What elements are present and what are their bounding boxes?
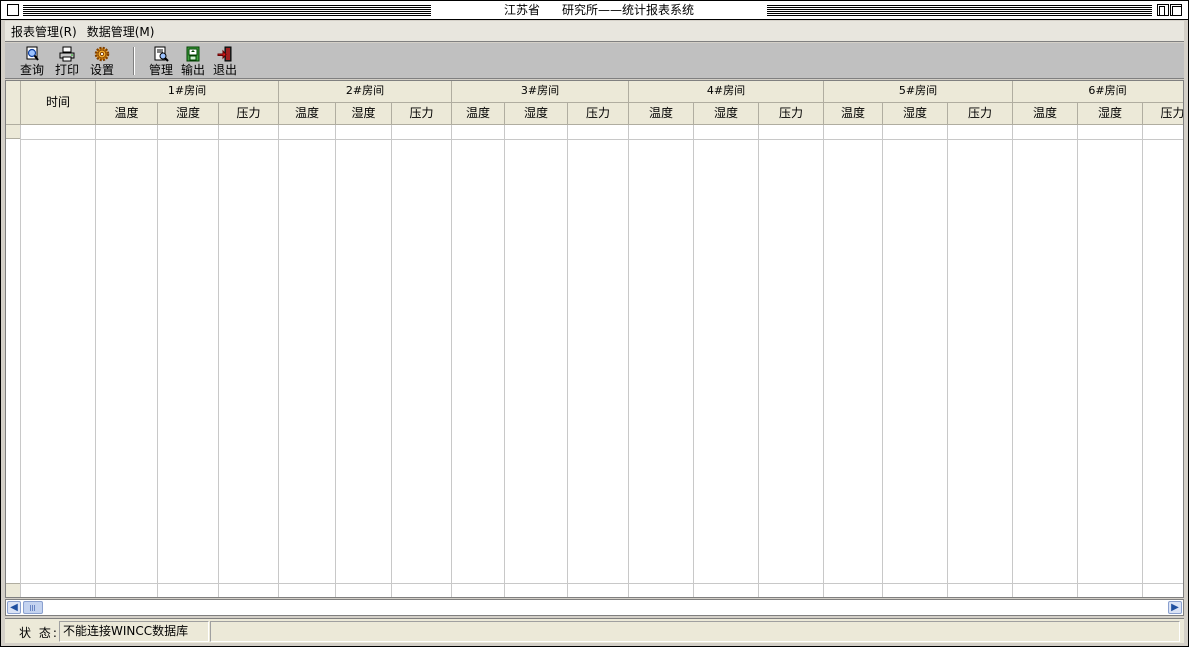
horizontal-scrollbar[interactable]: ◀ ▶ <box>5 599 1184 616</box>
column-header-room1-humidity[interactable]: 湿度 <box>158 103 219 125</box>
exit-label: 退出 <box>212 63 237 77</box>
grid-column-line <box>758 125 759 597</box>
grid-column-line <box>20 125 21 597</box>
title-bar-stripes <box>23 5 431 16</box>
grid-column-line <box>451 125 452 597</box>
export-icon <box>186 46 200 62</box>
grid-column-line <box>628 125 629 597</box>
status-message: 不能连接WINCC数据库 <box>59 621 209 642</box>
column-header-room3-humidity[interactable]: 湿度 <box>505 103 568 125</box>
settings-label: 设置 <box>89 63 114 77</box>
menu-report-management[interactable]: 报表管理(R) <box>11 23 77 40</box>
grid-corner <box>6 81 21 125</box>
row-selector-bottom[interactable] <box>6 583 21 597</box>
export-label: 输出 <box>180 63 205 77</box>
grid-column-line <box>1077 125 1078 597</box>
document-search-icon <box>154 46 169 62</box>
room-header-1[interactable]: 1#房间 <box>96 81 279 103</box>
export-button[interactable]: 输出 <box>178 45 208 77</box>
status-panel-empty <box>210 621 1180 642</box>
app-window: 江苏省 研究所——统计报表系统 报表管理(R) 数据管理(M) 查询 打印 设置… <box>0 0 1189 647</box>
toolbar-separator <box>133 47 135 75</box>
grid-column-line <box>95 125 96 597</box>
grid-column-line <box>1142 125 1143 597</box>
grid-column-line <box>218 125 219 597</box>
room-header-3[interactable]: 3#房间 <box>452 81 629 103</box>
grid-column-line <box>823 125 824 597</box>
status-bar: 状 态: 不能连接WINCC数据库 <box>5 618 1184 643</box>
query-label: 查询 <box>19 63 44 77</box>
manage-label: 管理 <box>148 63 173 77</box>
column-header-room5-temperature[interactable]: 温度 <box>824 103 883 125</box>
column-header-room6-humidity[interactable]: 湿度 <box>1078 103 1143 125</box>
magnifier-icon <box>26 46 39 61</box>
title-bar[interactable]: 江苏省 研究所——统计报表系统 <box>1 1 1188 20</box>
gear-icon <box>94 46 110 62</box>
column-header-room3-pressure[interactable]: 压力 <box>568 103 629 125</box>
column-header-room4-pressure[interactable]: 压力 <box>759 103 824 125</box>
scroll-thumb[interactable] <box>23 601 43 614</box>
room-header-6[interactable]: 6#房间 <box>1013 81 1183 103</box>
exit-door-icon <box>217 46 232 62</box>
grid-column-line <box>278 125 279 597</box>
column-header-room4-temperature[interactable]: 温度 <box>629 103 694 125</box>
menu-bar: 报表管理(R) 数据管理(M) <box>5 21 1184 42</box>
column-header-room3-temperature[interactable]: 温度 <box>452 103 505 125</box>
grid-column-line <box>947 125 948 597</box>
toolbar: 查询 打印 设置 管理 输出 退出 <box>5 43 1184 79</box>
grid-row-line <box>21 139 1183 140</box>
room-header-2[interactable]: 2#房间 <box>279 81 452 103</box>
column-header-room2-pressure[interactable]: 压力 <box>392 103 452 125</box>
column-header-room1-temperature[interactable]: 温度 <box>96 103 158 125</box>
settings-button[interactable]: 设置 <box>87 45 117 77</box>
maximize-icon[interactable] <box>1170 4 1182 16</box>
title-bar-stripes-right <box>767 5 1152 16</box>
column-header-room1-pressure[interactable]: 压力 <box>219 103 279 125</box>
redacted-mask <box>540 3 562 18</box>
grid-column-line <box>693 125 694 597</box>
exit-button[interactable]: 退出 <box>210 45 240 77</box>
window-title: 江苏省 研究所——统计报表系统 <box>432 1 766 19</box>
grid-row-line <box>21 583 1183 584</box>
time-header[interactable]: 时间 <box>21 81 96 125</box>
printer-icon <box>59 46 75 62</box>
window-controls <box>1157 4 1182 16</box>
scroll-left-icon[interactable]: ◀ <box>7 601 21 614</box>
scroll-right-icon[interactable]: ▶ <box>1168 601 1182 614</box>
grid-column-line <box>567 125 568 597</box>
room-header-4[interactable]: 4#房间 <box>629 81 824 103</box>
grid-column-line <box>157 125 158 597</box>
grid-column-line <box>504 125 505 597</box>
status-label: 状 态: <box>19 626 59 640</box>
window-menu-icon[interactable] <box>7 4 19 16</box>
grid-column-line <box>335 125 336 597</box>
column-header-room5-pressure[interactable]: 压力 <box>948 103 1013 125</box>
column-header-room6-pressure[interactable]: 压力 <box>1143 103 1183 125</box>
grid-column-line <box>882 125 883 597</box>
window-title-right: 研究所——统计报表系统 <box>562 3 695 17</box>
minimize-icon[interactable] <box>1157 4 1169 16</box>
column-header-room6-temperature[interactable]: 温度 <box>1013 103 1078 125</box>
grid-column-line <box>391 125 392 597</box>
menu-data-management[interactable]: 数据管理(M) <box>87 23 155 40</box>
column-header-room2-humidity[interactable]: 湿度 <box>336 103 392 125</box>
print-label: 打印 <box>54 63 79 77</box>
row-selector[interactable] <box>6 125 21 139</box>
window-title-left: 江苏省 <box>503 3 540 17</box>
column-header-room2-temperature[interactable]: 温度 <box>279 103 336 125</box>
column-header-room5-humidity[interactable]: 湿度 <box>883 103 948 125</box>
room-header-5[interactable]: 5#房间 <box>824 81 1013 103</box>
column-header-room4-humidity[interactable]: 湿度 <box>694 103 759 125</box>
query-button[interactable]: 查询 <box>17 45 47 77</box>
manage-button[interactable]: 管理 <box>146 45 176 77</box>
report-grid[interactable]: 时间 1#房间 温度 湿度 压力 2#房间 温度 湿度 压力 3#房间 温度 湿度 压力 4#房间 温度湿… <box>5 80 1184 598</box>
print-button[interactable]: 打印 <box>52 45 82 77</box>
grid-column-line <box>1012 125 1013 597</box>
